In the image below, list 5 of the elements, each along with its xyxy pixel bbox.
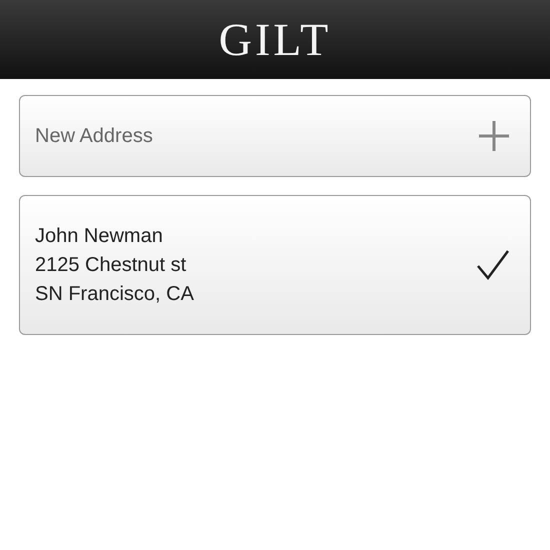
address-card[interactable]: John Newman 2125 Chestnut st SN Francisco, CA (19, 195, 531, 335)
new-address-button[interactable]: New Address (19, 95, 531, 177)
logo: GILT (218, 16, 332, 62)
plus-icon (478, 120, 510, 152)
address-text: John Newman 2125 Chestnut st SN Francisco, CA (35, 224, 194, 306)
